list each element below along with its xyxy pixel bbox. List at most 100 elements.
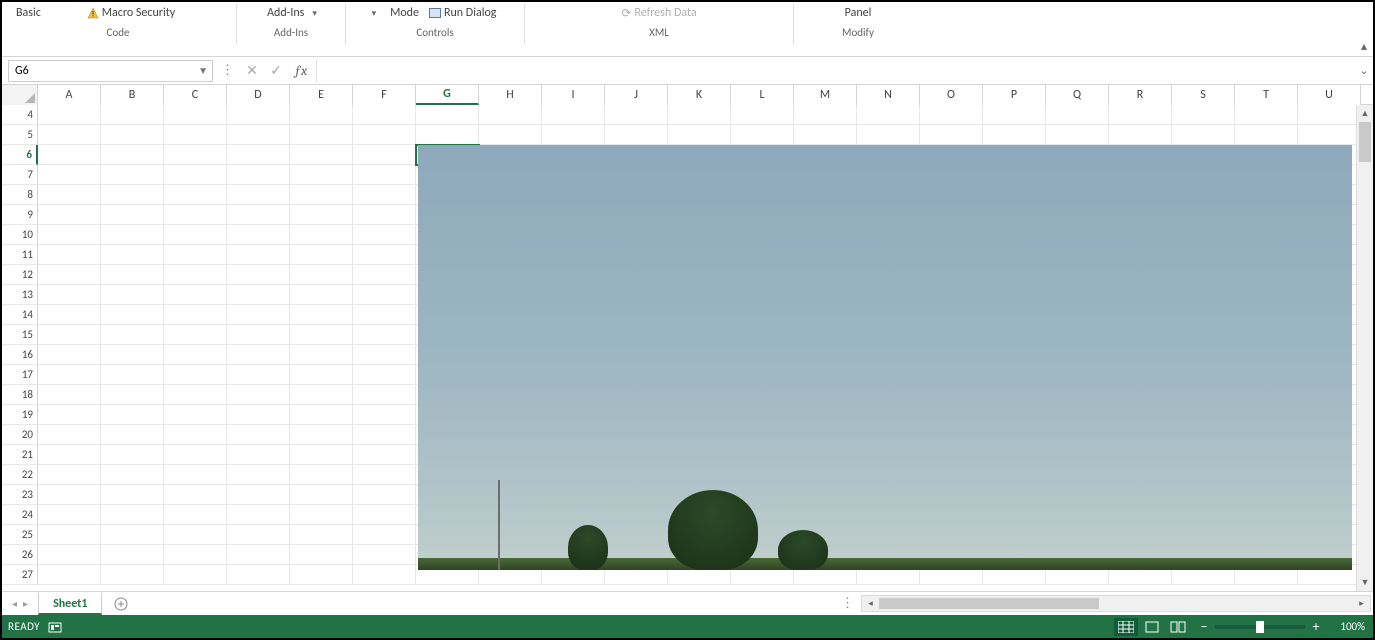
cell-B9[interactable] — [101, 205, 164, 225]
column-header-R[interactable]: R — [1109, 85, 1172, 105]
cell-C26[interactable] — [164, 545, 227, 565]
cell-C22[interactable] — [164, 465, 227, 485]
cell-F20[interactable] — [353, 425, 416, 445]
cell-L5[interactable] — [731, 125, 794, 145]
cell-D10[interactable] — [227, 225, 290, 245]
cell-M4[interactable] — [794, 105, 857, 125]
column-header-O[interactable]: O — [920, 85, 983, 105]
row-header-24[interactable]: 24 — [2, 505, 38, 525]
cell-E24[interactable] — [290, 505, 353, 525]
cell-A8[interactable] — [38, 185, 101, 205]
row-header-10[interactable]: 10 — [2, 225, 38, 245]
insert-function-icon[interactable]: ƒx — [288, 62, 314, 79]
cell-B7[interactable] — [101, 165, 164, 185]
cell-B10[interactable] — [101, 225, 164, 245]
cell-E23[interactable] — [290, 485, 353, 505]
cell-F5[interactable] — [353, 125, 416, 145]
cell-C9[interactable] — [164, 205, 227, 225]
cell-B21[interactable] — [101, 445, 164, 465]
cell-E7[interactable] — [290, 165, 353, 185]
cell-D17[interactable] — [227, 365, 290, 385]
cell-F9[interactable] — [353, 205, 416, 225]
row-header-15[interactable]: 15 — [2, 325, 38, 345]
accept-formula-icon[interactable]: ✓ — [264, 60, 288, 82]
cell-A9[interactable] — [38, 205, 101, 225]
cell-C16[interactable] — [164, 345, 227, 365]
cell-A18[interactable] — [38, 385, 101, 405]
cell-D27[interactable] — [227, 565, 290, 585]
column-header-T[interactable]: T — [1235, 85, 1298, 105]
cell-A5[interactable] — [38, 125, 101, 145]
cell-A20[interactable] — [38, 425, 101, 445]
cell-E17[interactable] — [290, 365, 353, 385]
sheet-bar-options-icon[interactable]: ⋮ — [835, 596, 861, 611]
row-header-8[interactable]: 8 — [2, 185, 38, 205]
cell-A14[interactable] — [38, 305, 101, 325]
cell-C25[interactable] — [164, 525, 227, 545]
zoom-value[interactable]: 100% — [1327, 620, 1367, 633]
cell-E20[interactable] — [290, 425, 353, 445]
cell-U4[interactable] — [1298, 105, 1361, 125]
cell-E4[interactable] — [290, 105, 353, 125]
chevron-down-icon[interactable]: ▾ — [372, 8, 377, 19]
scroll-thumb[interactable] — [879, 598, 1099, 609]
design-mode-button[interactable]: Mode — [388, 5, 421, 21]
cell-D25[interactable] — [227, 525, 290, 545]
cell-B12[interactable] — [101, 265, 164, 285]
cell-D11[interactable] — [227, 245, 290, 265]
row-header-5[interactable]: 5 — [2, 125, 38, 145]
cell-B6[interactable] — [101, 145, 164, 165]
cell-A23[interactable] — [38, 485, 101, 505]
cell-J5[interactable] — [605, 125, 668, 145]
cell-D12[interactable] — [227, 265, 290, 285]
row-header-20[interactable]: 20 — [2, 425, 38, 445]
cell-I5[interactable] — [542, 125, 605, 145]
cell-F18[interactable] — [353, 385, 416, 405]
cell-D24[interactable] — [227, 505, 290, 525]
cell-F4[interactable] — [353, 105, 416, 125]
expand-formula-bar-icon[interactable]: ⌄ — [1355, 64, 1373, 77]
row-header-18[interactable]: 18 — [2, 385, 38, 405]
cell-B5[interactable] — [101, 125, 164, 145]
column-header-S[interactable]: S — [1172, 85, 1235, 105]
cell-A6[interactable] — [38, 145, 101, 165]
cell-B16[interactable] — [101, 345, 164, 365]
cell-T4[interactable] — [1235, 105, 1298, 125]
cell-D14[interactable] — [227, 305, 290, 325]
cell-F17[interactable] — [353, 365, 416, 385]
cell-A27[interactable] — [38, 565, 101, 585]
row-header-7[interactable]: 7 — [2, 165, 38, 185]
column-header-C[interactable]: C — [164, 85, 227, 105]
cell-A17[interactable] — [38, 365, 101, 385]
zoom-out-button[interactable]: − — [1197, 620, 1211, 634]
zoom-slider-knob[interactable] — [1256, 621, 1264, 633]
cell-S5[interactable] — [1172, 125, 1235, 145]
cell-D15[interactable] — [227, 325, 290, 345]
column-header-A[interactable]: A — [38, 85, 101, 105]
column-header-I[interactable]: I — [542, 85, 605, 105]
cell-M5[interactable] — [794, 125, 857, 145]
cell-A11[interactable] — [38, 245, 101, 265]
cell-A24[interactable] — [38, 505, 101, 525]
cell-D19[interactable] — [227, 405, 290, 425]
cell-D6[interactable] — [227, 145, 290, 165]
chevron-down-icon[interactable]: ▾ — [312, 8, 317, 19]
view-normal-button[interactable] — [1114, 618, 1138, 636]
scroll-down-icon[interactable]: ▼ — [1357, 574, 1373, 591]
cell-T5[interactable] — [1235, 125, 1298, 145]
cell-P4[interactable] — [983, 105, 1046, 125]
cell-E21[interactable] — [290, 445, 353, 465]
cell-C12[interactable] — [164, 265, 227, 285]
cell-F24[interactable] — [353, 505, 416, 525]
cell-D23[interactable] — [227, 485, 290, 505]
document-panel-button[interactable]: Panel — [843, 5, 874, 21]
cell-R5[interactable] — [1109, 125, 1172, 145]
column-header-K[interactable]: K — [668, 85, 731, 105]
cell-F16[interactable] — [353, 345, 416, 365]
cancel-formula-icon[interactable]: ✕ — [240, 60, 264, 82]
cell-B15[interactable] — [101, 325, 164, 345]
cell-F19[interactable] — [353, 405, 416, 425]
cell-A26[interactable] — [38, 545, 101, 565]
cell-C20[interactable] — [164, 425, 227, 445]
cell-B4[interactable] — [101, 105, 164, 125]
